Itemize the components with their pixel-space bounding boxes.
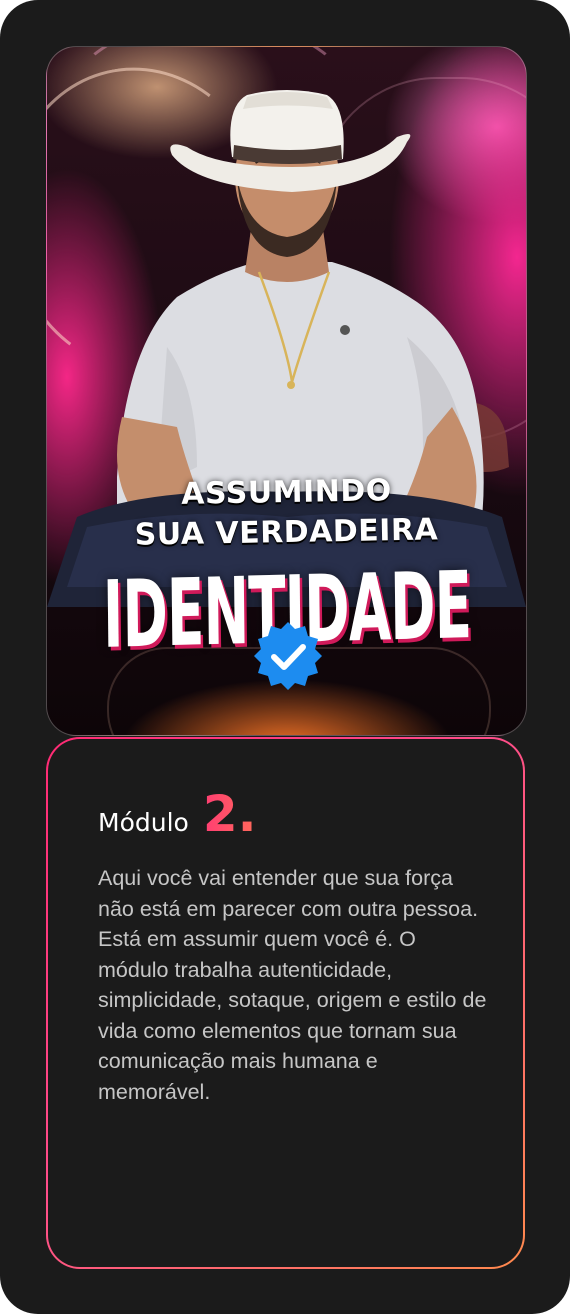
- module-info-panel: Módulo 2. Aqui você vai entender que sua…: [46, 737, 525, 1269]
- module-cover-image: ASSUMINDO SUA VERDADEIRA IDENTIDADE: [46, 46, 527, 736]
- module-info-inner: Módulo 2. Aqui você vai entender que sua…: [48, 739, 523, 1267]
- module-heading: Módulo 2.: [98, 785, 257, 843]
- module-card: ASSUMINDO SUA VERDADEIRA IDENTIDADE Módu…: [0, 0, 570, 1314]
- module-description: Aqui você vai entender que sua força não…: [98, 866, 487, 1104]
- module-number: 2.: [202, 785, 257, 843]
- verified-check-icon: [254, 622, 322, 690]
- module-label: Módulo: [98, 808, 189, 837]
